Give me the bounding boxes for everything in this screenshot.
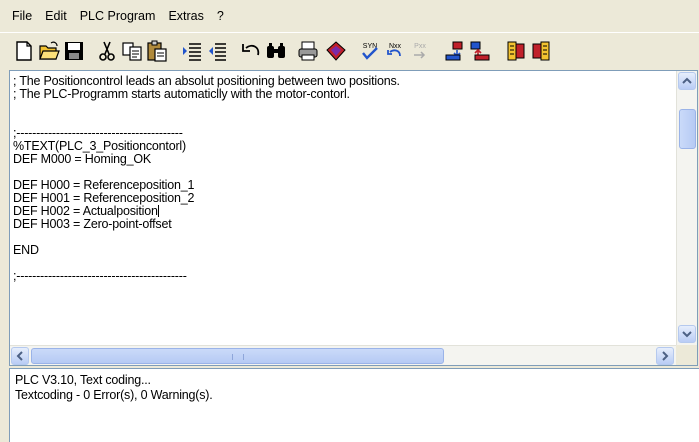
output-line: PLC V3.10, Text coding... (15, 373, 151, 387)
scrollbar-corner (676, 345, 697, 365)
paste-button[interactable] (145, 39, 169, 63)
chevron-up-icon (682, 77, 692, 84)
menu-edit[interactable]: Edit (43, 7, 69, 25)
stop-plc-button[interactable] (529, 39, 553, 63)
previous-error-label: Pxx (414, 43, 426, 50)
next-error-button[interactable]: Nxx (383, 39, 407, 63)
save-icon (65, 42, 83, 60)
compile-icon (326, 41, 346, 61)
download-to-drive-button[interactable] (443, 39, 467, 63)
outdent-button[interactable] (205, 39, 229, 63)
scroll-down-button[interactable] (678, 325, 696, 343)
find-button[interactable] (264, 39, 288, 63)
save-button[interactable] (62, 39, 86, 63)
menu-help[interactable]: ? (215, 7, 226, 25)
code-line: DEF M000 = Homing_OK (13, 152, 152, 166)
start-plc-button[interactable] (504, 39, 528, 63)
start-plc-icon (507, 41, 525, 61)
syntax-check-button[interactable]: SYN (358, 39, 382, 63)
upload-from-drive-icon (470, 41, 490, 61)
menu-bar: File Edit PLC Program Extras ? (0, 0, 699, 32)
scroll-grip (232, 354, 244, 360)
code-line: DEF H003 = Zero-point-offset (13, 217, 172, 231)
output-text: PLC V3.10, Text coding... Textcoding - 0… (15, 373, 213, 403)
vertical-scroll-thumb[interactable] (679, 109, 696, 149)
cut-button[interactable] (95, 39, 119, 63)
program-editor[interactable]: ; The Positioncontrol leads an absolut p… (9, 70, 698, 366)
output-line: Textcoding - 0 Error(s), 0 Warning(s). (15, 388, 213, 402)
upload-from-drive-button[interactable] (468, 39, 492, 63)
indent-button[interactable] (180, 39, 204, 63)
chevron-left-icon (16, 351, 23, 361)
paste-icon (147, 40, 167, 62)
copy-button[interactable] (120, 39, 144, 63)
previous-error-button[interactable]: Pxx (408, 39, 432, 63)
horizontal-scroll-thumb[interactable] (31, 348, 444, 364)
new-file-button[interactable] (12, 39, 36, 63)
horizontal-scrollbar[interactable] (10, 345, 676, 365)
code-line: ; The PLC-Programm starts automaticlly w… (13, 87, 350, 101)
compile-button[interactable] (324, 39, 348, 63)
next-error-icon: Nxx (387, 43, 402, 57)
print-button[interactable] (296, 39, 320, 63)
menu-file[interactable]: File (10, 7, 34, 25)
vertical-scrollbar[interactable] (676, 71, 697, 345)
cut-icon (99, 41, 115, 61)
outdent-icon (209, 43, 226, 61)
scroll-left-button[interactable] (11, 347, 29, 365)
code-line-text: DEF H002 = Actualposition (13, 204, 158, 218)
code-line: ;---------------------------------------… (13, 269, 187, 283)
next-error-label: Nxx (389, 43, 402, 50)
scroll-right-button[interactable] (656, 347, 674, 365)
code-line: END (13, 243, 39, 257)
stop-plc-icon (532, 41, 550, 61)
find-icon (267, 43, 285, 58)
menu-plc-program[interactable]: PLC Program (78, 7, 158, 25)
text-caret (157, 205, 159, 217)
print-icon (298, 41, 318, 61)
download-to-drive-icon (445, 41, 463, 61)
previous-error-icon: Pxx (414, 43, 426, 59)
open-folder-icon (39, 41, 60, 60)
menu-extras[interactable]: Extras (166, 7, 205, 25)
chevron-right-icon (662, 351, 669, 361)
output-pane[interactable]: PLC V3.10, Text coding... Textcoding - 0… (9, 368, 699, 442)
toolbar: SYN Nxx Pxx (0, 32, 699, 70)
open-button[interactable] (37, 39, 61, 63)
chevron-down-icon (682, 331, 692, 338)
scroll-up-button[interactable] (678, 72, 696, 90)
indent-icon (183, 43, 201, 61)
editor-text-area[interactable]: ; The Positioncontrol leads an absolut p… (13, 75, 668, 343)
syntax-check-icon: SYN (362, 43, 378, 60)
undo-button[interactable] (239, 39, 263, 63)
undo-icon (242, 44, 260, 56)
copy-icon (122, 42, 142, 61)
new-file-icon (16, 41, 32, 61)
